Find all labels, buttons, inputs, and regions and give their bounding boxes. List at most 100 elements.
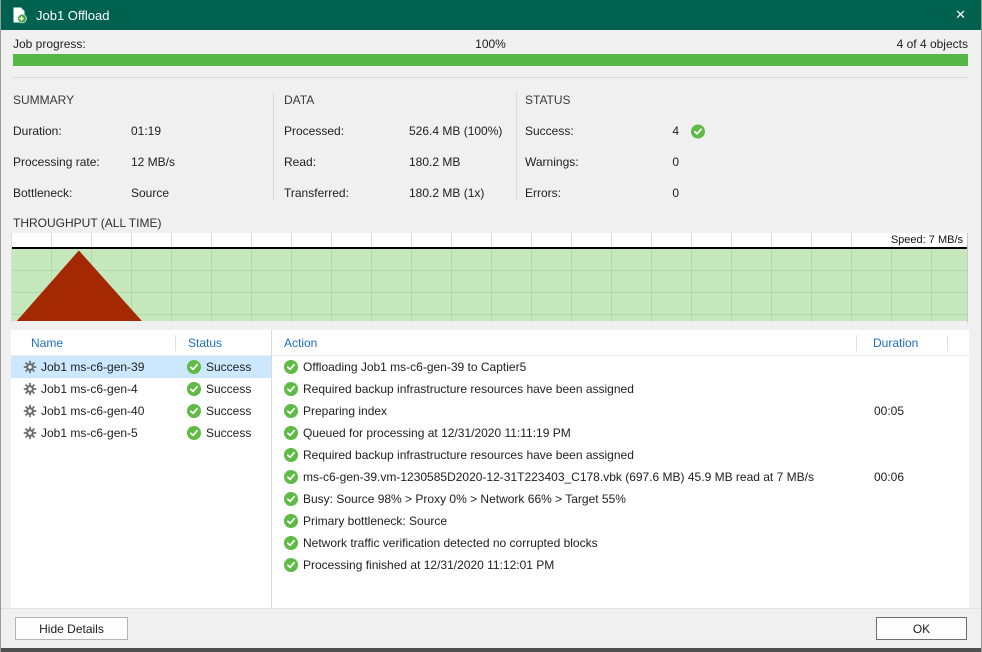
hide-details-button[interactable]: Hide Details (15, 617, 128, 640)
success-value: 4 (672, 124, 679, 138)
duration-value: 01:19 (131, 124, 162, 138)
status-badge: Success (187, 382, 251, 396)
read-value: 180.2 MB (409, 155, 461, 169)
status-panel: STATUS Success: 4 Warnings: 0 Errors: 0 (525, 78, 711, 200)
list-item[interactable]: Busy: Source 98% > Proxy 0% > Network 66… (272, 488, 969, 510)
vm-status-label: Success (206, 360, 252, 374)
gear-icon (23, 404, 37, 418)
action-label: ms-c6-gen-39.vm-1230585D2020-12-31T22340… (303, 470, 814, 484)
vm-name-label: Job1 ms-c6-gen-5 (41, 426, 138, 440)
success-check-icon (284, 426, 298, 440)
vm-status-label: Success (206, 426, 252, 440)
footer: Hide Details OK (1, 608, 981, 648)
processed-value: 526.4 MB (100%) (409, 124, 503, 138)
column-header-duration[interactable]: Duration (857, 336, 947, 350)
action-label: Processing finished at 12/31/2020 11:12:… (303, 558, 555, 572)
job-progress-label: Job progress: (13, 36, 86, 51)
errors-label: Errors: (525, 186, 561, 200)
success-check-icon (284, 360, 298, 374)
success-check-icon (691, 124, 705, 139)
processing-rate-label: Processing rate: (13, 155, 100, 169)
vm-name-label: Job1 ms-c6-gen-39 (41, 360, 145, 374)
vm-list-pane: Name Status Job1 ms-c6-gen-39 Success Jo… (11, 330, 272, 608)
warnings-label: Warnings: (525, 155, 579, 169)
titlebar: Job1 Offload ✕ (1, 0, 981, 30)
job-offload-icon (10, 6, 28, 24)
action-log-header: Action Duration (272, 330, 969, 356)
list-item[interactable]: ms-c6-gen-39.vm-1230585D2020-12-31T22340… (272, 466, 969, 488)
throughput-chart: Speed: 7 MB/s (11, 233, 968, 323)
list-item[interactable]: Required backup infrastructure resources… (272, 378, 969, 400)
close-icon[interactable]: ✕ (940, 7, 981, 23)
details-table: Name Status Job1 ms-c6-gen-39 Success Jo… (11, 330, 969, 608)
action-label: Offloading Job1 ms-c6-gen-39 to Captier5 (303, 360, 527, 374)
vm-name-label: Job1 ms-c6-gen-40 (41, 404, 145, 418)
job-progress-section: Job progress: 100% 4 of 4 objects (1, 30, 981, 78)
table-row[interactable]: Job1 ms-c6-gen-39 Success (11, 356, 271, 378)
status-badge: Success (187, 426, 251, 440)
ok-button[interactable]: OK (876, 617, 967, 640)
table-row[interactable]: Job1 ms-c6-gen-40 Success (11, 400, 271, 422)
list-item[interactable]: Primary bottleneck: Source (272, 510, 969, 532)
summary-panel: SUMMARY Duration: 01:19 Processing rate: 1… (13, 78, 263, 200)
bottleneck-value: Source (131, 186, 170, 200)
window-bottom-border (1, 648, 981, 652)
success-check-icon (284, 382, 298, 396)
success-check-icon (284, 536, 298, 550)
column-separator[interactable] (947, 334, 948, 351)
status-heading: STATUS (525, 93, 571, 107)
action-duration: 00:05 (874, 404, 905, 418)
transferred-label: Transferred: (284, 186, 349, 200)
success-label: Success: (525, 124, 574, 138)
warnings-value: 0 (672, 155, 679, 169)
status-badge: Success (187, 360, 251, 374)
action-row-list: Offloading Job1 ms-c6-gen-39 to Captier5… (272, 356, 969, 576)
success-check-icon (284, 448, 298, 462)
read-label: Read: (284, 155, 317, 169)
list-item[interactable]: Required backup infrastructure resources… (272, 444, 969, 466)
throughput-spike (16, 250, 142, 321)
column-header-action[interactable]: Action (272, 336, 856, 350)
table-row[interactable]: Job1 ms-c6-gen-4 Success (11, 378, 271, 400)
data-panel: DATA Processed: 526.4 MB (100%) Read: 180.… (284, 78, 508, 200)
action-label: Required backup infrastructure resources… (303, 448, 634, 462)
action-duration: 00:06 (874, 470, 905, 484)
vm-row-list: Job1 ms-c6-gen-39 Success Job1 ms-c6-gen… (11, 356, 271, 444)
success-check-icon (187, 426, 201, 440)
processing-rate-value: 12 MB/s (131, 155, 176, 169)
success-check-icon (284, 514, 298, 528)
success-check-icon (284, 558, 298, 572)
speed-label: Speed: 7 MB/s (890, 234, 967, 246)
success-check-icon (284, 470, 298, 484)
action-label: Busy: Source 98% > Proxy 0% > Network 66… (303, 492, 626, 506)
window-title: Job1 Offload (36, 7, 110, 23)
list-item[interactable]: Offloading Job1 ms-c6-gen-39 to Captier5 (272, 356, 969, 378)
success-check-icon (187, 382, 201, 396)
job-progress-window: Job1 Offload ✕ Job progress: 100% 4 of 4… (0, 0, 982, 652)
action-log-pane: Action Duration Offloading Job1 ms-c6-ge… (272, 330, 969, 608)
vm-status-label: Success (206, 382, 252, 396)
column-header-name[interactable]: Name (11, 336, 175, 350)
data-heading: DATA (284, 93, 315, 107)
action-label: Primary bottleneck: Source (303, 514, 448, 528)
gear-icon (23, 360, 37, 374)
progress-bar (13, 54, 968, 66)
duration-label: Duration: (13, 124, 62, 138)
list-item[interactable]: Preparing index 00:05 (272, 400, 969, 422)
vm-list-header: Name Status (11, 330, 271, 356)
processed-label: Processed: (284, 124, 345, 138)
chart-plot-area (12, 249, 967, 321)
list-item[interactable]: Network traffic verification detected no… (272, 532, 969, 554)
table-row[interactable]: Job1 ms-c6-gen-5 Success (11, 422, 271, 444)
transferred-value: 180.2 MB (1x) (409, 186, 485, 200)
stats-section: SUMMARY Duration: 01:19 Processing rate: 1… (1, 78, 981, 215)
action-label: Required backup infrastructure resources… (303, 382, 634, 396)
errors-value: 0 (672, 186, 679, 200)
bottleneck-label: Bottleneck: (13, 186, 73, 200)
column-header-status[interactable]: Status (176, 336, 222, 350)
list-item[interactable]: Processing finished at 12/31/2020 11:12:… (272, 554, 969, 576)
divider (273, 92, 274, 200)
list-item[interactable]: Queued for processing at 12/31/2020 11:1… (272, 422, 969, 444)
divider (516, 92, 517, 200)
